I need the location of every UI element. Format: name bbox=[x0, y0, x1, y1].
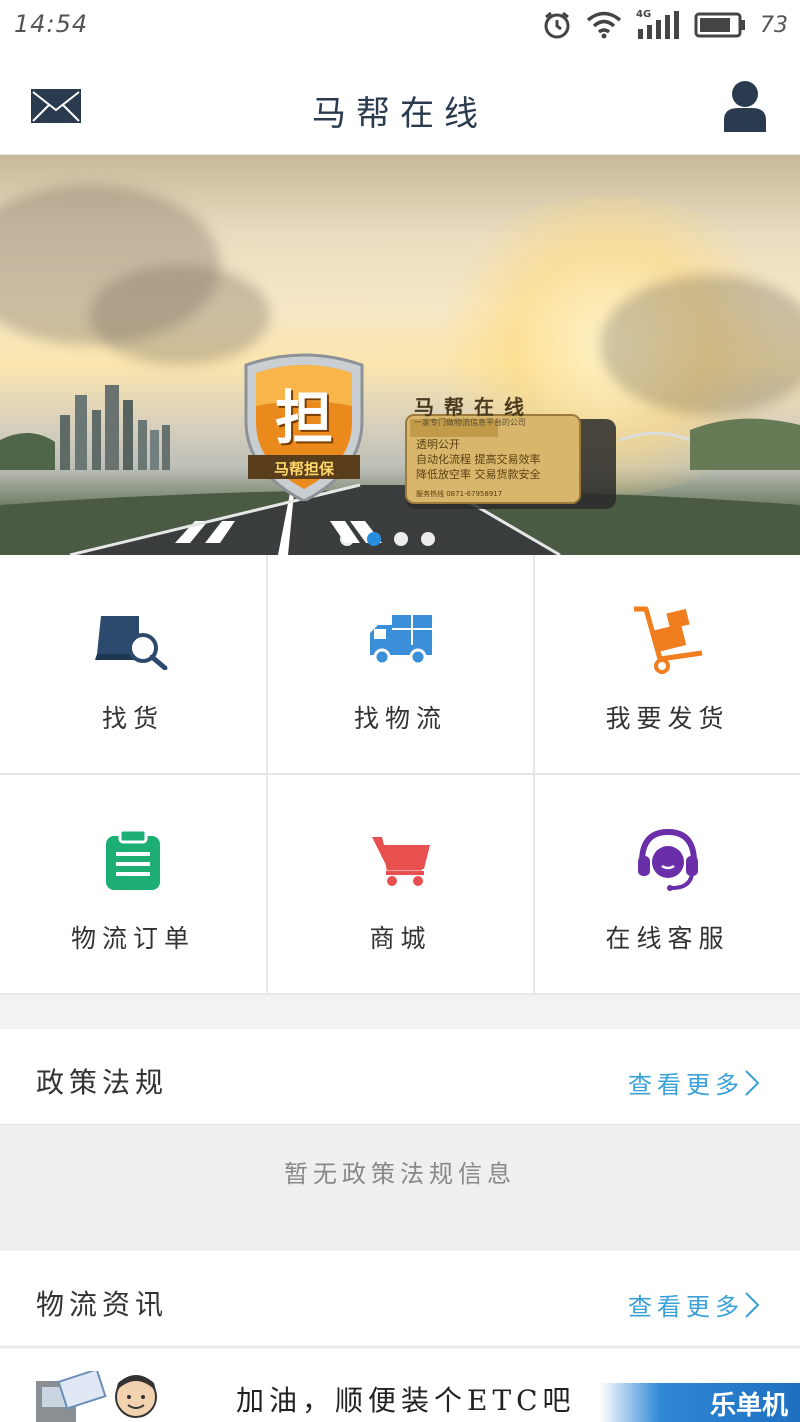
wifi-icon bbox=[586, 11, 622, 39]
menu-label: 找物流 bbox=[353, 704, 447, 733]
menu-label: 我要发货 bbox=[605, 704, 730, 733]
news-badge-text: 乐单机 bbox=[709, 1391, 788, 1421]
menu-label: 物流订单 bbox=[70, 924, 195, 953]
news-headline: 加油，顺便装个ETC吧 bbox=[236, 1384, 576, 1417]
cellular-signal-icon: 4G bbox=[636, 9, 680, 39]
menu-label: 在线客服 bbox=[605, 924, 730, 953]
policy-empty-state: 暂无政策法规信息 bbox=[0, 1126, 800, 1250]
network-type: 4G bbox=[636, 9, 652, 20]
truck-icon bbox=[369, 615, 432, 665]
menu-label: 商城 bbox=[369, 924, 432, 953]
banner-pagination bbox=[340, 532, 435, 546]
find-goods-icon bbox=[95, 616, 168, 670]
status-icons: 4G 73 bbox=[542, 8, 788, 42]
news-thumbnail-image bbox=[36, 1371, 157, 1422]
view-more-label: 查看更多 bbox=[628, 1071, 744, 1099]
headset-icon bbox=[637, 828, 698, 891]
section-title: 物流资讯 bbox=[36, 1288, 169, 1321]
logistics-news-section-header: 物流资讯 查看更多 bbox=[0, 1251, 800, 1347]
battery-icon bbox=[694, 12, 745, 38]
user-icon bbox=[724, 81, 766, 132]
pagination-dot[interactable] bbox=[421, 532, 435, 546]
shield-ribbon-text: 马帮担保 bbox=[273, 460, 334, 478]
card-line: 透明公开 bbox=[416, 438, 460, 451]
news-view-more-link[interactable]: 查看更多 bbox=[628, 1287, 760, 1322]
profile-button[interactable] bbox=[724, 80, 766, 136]
app-header: 马帮在线 bbox=[0, 52, 800, 155]
card-line: 降低放空率 交易货款安全 bbox=[416, 468, 541, 481]
chevron-right-icon bbox=[745, 1291, 760, 1318]
pagination-dot-active[interactable] bbox=[367, 532, 381, 546]
view-more-label: 查看更多 bbox=[628, 1293, 744, 1321]
menu-item-send-goods[interactable]: 我要发货 bbox=[535, 555, 800, 773]
promo-banner[interactable]: 担 马帮担保 马帮在线 一家专门做物流信息平台的公司 透明公开 自动化流程 提高… bbox=[0, 155, 800, 555]
menu-item-customer-service[interactable]: 在线客服 bbox=[535, 775, 800, 993]
news-badge: 乐单机 bbox=[600, 1383, 800, 1422]
shopping-cart-icon bbox=[371, 837, 430, 886]
menu-item-mall[interactable]: 商城 bbox=[268, 775, 533, 993]
status-bar: 14:54 4G 73 bbox=[0, 0, 800, 52]
banner-card-text: 透明公开 自动化流程 提高交易效率 降低放空率 交易货款安全 bbox=[416, 437, 541, 482]
menu-item-find-logistics[interactable]: 找物流 bbox=[268, 555, 533, 773]
pagination-dot[interactable] bbox=[340, 532, 354, 546]
alarm-icon bbox=[544, 11, 570, 39]
menu-item-find-goods[interactable]: 找货 bbox=[0, 555, 266, 773]
empty-message: 暂无政策法规信息 bbox=[284, 1160, 516, 1188]
policy-view-more-link[interactable]: 查看更多 bbox=[628, 1065, 760, 1100]
banner-brand: 马帮在线 bbox=[414, 395, 534, 419]
card-line: 自动化流程 提高交易效率 bbox=[416, 453, 541, 466]
page-title: 马帮在线 bbox=[312, 94, 488, 134]
guarantee-shield-logo: 担 马帮担保 bbox=[238, 351, 370, 503]
battery-level: 73 bbox=[760, 12, 788, 38]
section-title: 政策法规 bbox=[36, 1066, 169, 1099]
clipboard-icon bbox=[106, 828, 160, 890]
news-list-item[interactable]: 加油，顺便装个ETC吧 乐单机 bbox=[0, 1349, 800, 1422]
shield-character: 担 bbox=[274, 384, 333, 452]
chevron-right-icon bbox=[745, 1069, 760, 1096]
pagination-dot[interactable] bbox=[394, 532, 408, 546]
status-time: 14:54 bbox=[14, 10, 89, 38]
banner-card-phone: 服务热线 0871-67958917 bbox=[416, 490, 503, 498]
policy-section-header: 政策法规 查看更多 bbox=[0, 1029, 800, 1125]
menu-item-logistics-orders[interactable]: 物流订单 bbox=[0, 775, 266, 993]
menu-label: 找货 bbox=[101, 704, 164, 733]
feature-grid: 找货 找物流 我要发货 物流订单 商城 在线客服 bbox=[0, 555, 800, 995]
hand-cart-icon bbox=[633, 606, 702, 674]
banner-cloud bbox=[90, 265, 270, 365]
banner-brand-sub: 一家专门做物流信息平台的公司 bbox=[414, 418, 526, 427]
